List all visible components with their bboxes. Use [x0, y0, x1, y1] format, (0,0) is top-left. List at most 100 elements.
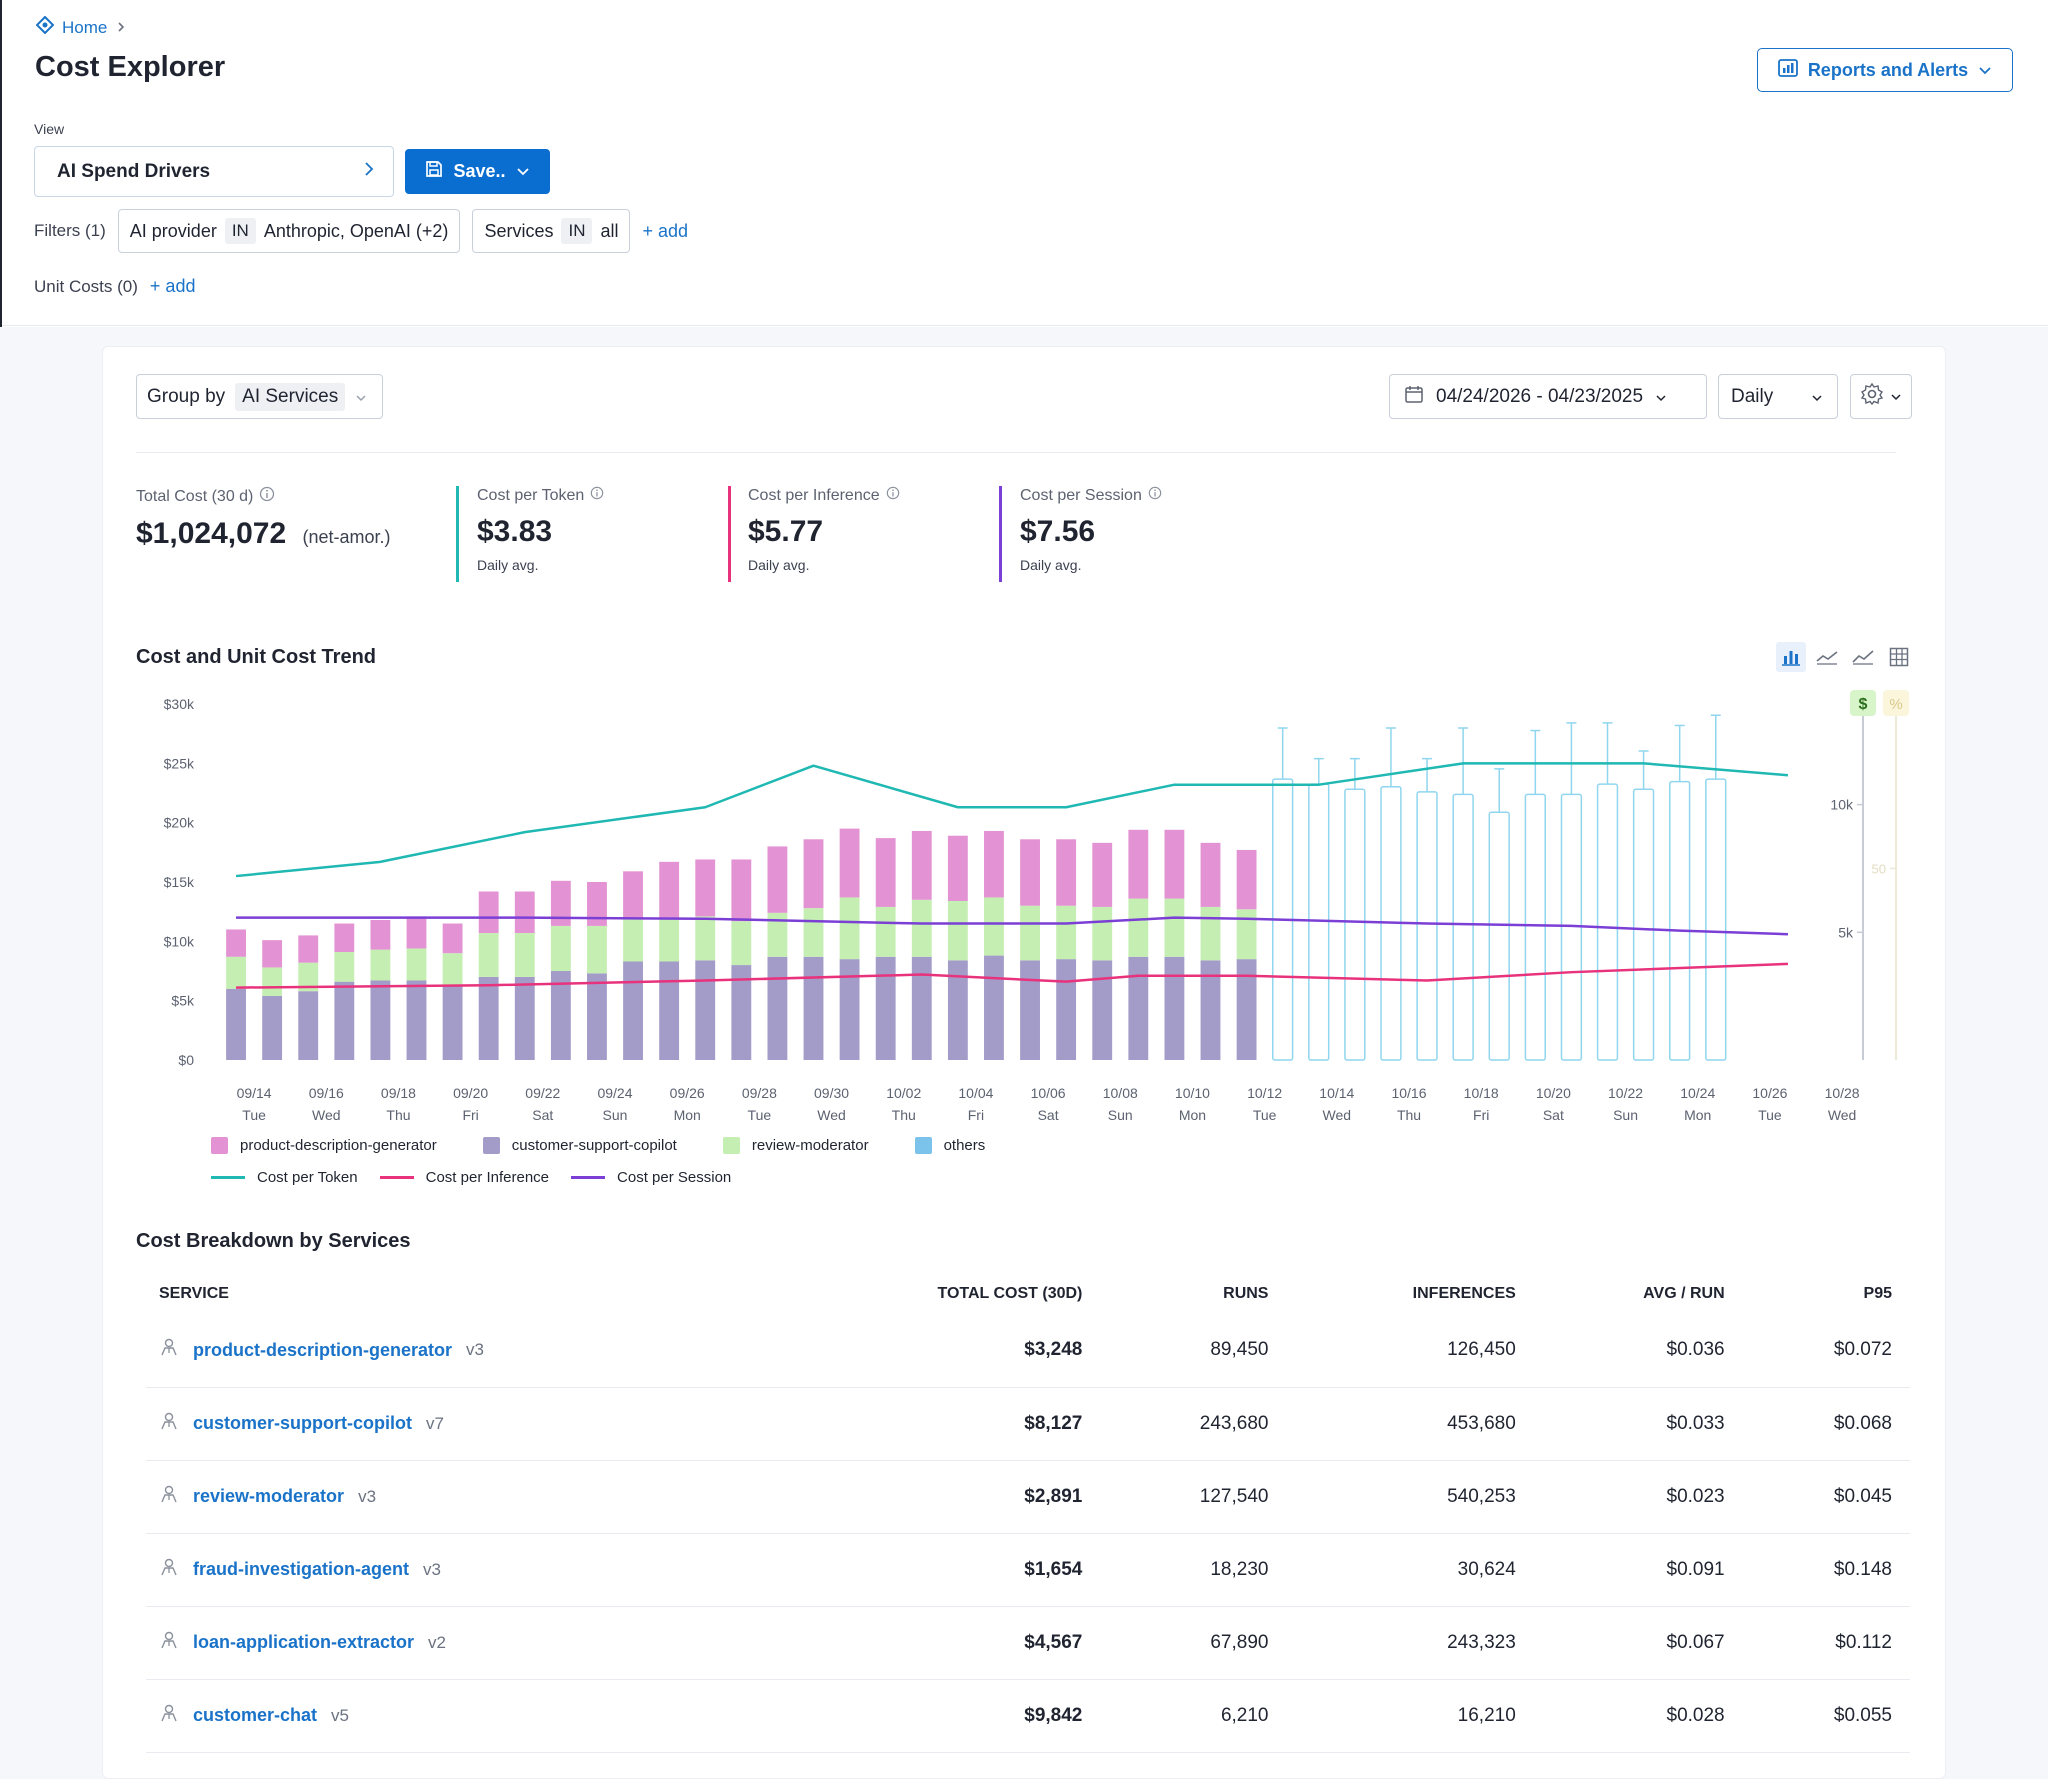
bar-segment[interactable] — [875, 838, 896, 907]
bar-segment[interactable] — [442, 923, 463, 954]
forecast-bar[interactable] — [1416, 791, 1438, 1061]
bar-segment[interactable] — [659, 961, 680, 1060]
bar-segment[interactable] — [623, 918, 643, 962]
column-header[interactable]: INFERENCES — [1286, 1274, 1533, 1314]
bar-segment[interactable] — [1236, 909, 1257, 960]
bar-segment[interactable] — [659, 861, 680, 919]
bar-segment[interactable] — [442, 985, 463, 1060]
bar-segment[interactable] — [550, 925, 571, 971]
bar-segment[interactable] — [1056, 959, 1077, 1060]
legend-item[interactable]: others — [914, 1137, 985, 1154]
bar-segment[interactable] — [984, 830, 1004, 898]
service-link[interactable]: review-moderator — [193, 1486, 344, 1507]
bar-segment[interactable] — [514, 976, 535, 1060]
bar-segment[interactable] — [1020, 960, 1040, 1060]
bar-segment[interactable] — [875, 906, 896, 957]
bar-segment[interactable] — [226, 988, 246, 1060]
bar-segment[interactable] — [1128, 829, 1149, 899]
bar-segment[interactable] — [370, 949, 391, 981]
filter-chip-services[interactable]: Services IN all — [472, 209, 631, 253]
bar-segment[interactable] — [1200, 842, 1221, 907]
bar-segment[interactable] — [298, 991, 319, 1060]
forecast-bar[interactable] — [1488, 811, 1510, 1061]
service-link[interactable]: customer-support-copilot — [193, 1413, 412, 1434]
info-icon[interactable] — [886, 486, 900, 505]
table-row[interactable]: customer-chat v5 $9,842 6,210 16,210 $0.028 $0… — [146, 1679, 1910, 1753]
reports-and-alerts-button[interactable]: Reports and Alerts — [1757, 48, 2013, 92]
bar-segment[interactable] — [767, 956, 788, 1060]
bar-segment[interactable] — [514, 891, 535, 934]
column-header[interactable]: P95 — [1743, 1274, 1910, 1314]
bar-segment[interactable] — [695, 916, 716, 961]
bar-segment[interactable] — [803, 839, 824, 909]
filter-chip-ai-provider[interactable]: AI provider IN Anthropic, OpenAI (+2) — [117, 209, 461, 253]
forecast-bar[interactable] — [1452, 793, 1474, 1061]
bar-segment[interactable] — [1128, 898, 1149, 957]
forecast-bar[interactable] — [1632, 788, 1655, 1061]
bar-segment[interactable] — [1020, 905, 1040, 961]
bar-segment[interactable] — [1164, 956, 1185, 1060]
bar-segment[interactable] — [226, 929, 246, 957]
bar-segment[interactable] — [911, 899, 932, 957]
table-row[interactable]: loan-application-extractor v2 $4,567 67,890… — [146, 1606, 1910, 1680]
bar-segment[interactable] — [1236, 959, 1257, 1060]
bar-segment[interactable] — [406, 948, 427, 981]
info-icon[interactable] — [1148, 486, 1162, 505]
bar-segment[interactable] — [1164, 829, 1185, 899]
forecast-bar[interactable] — [1669, 780, 1691, 1061]
bar-segment[interactable] — [1092, 960, 1113, 1060]
bar-segment[interactable] — [478, 891, 499, 934]
bar-segment[interactable] — [1236, 849, 1257, 910]
forecast-bar[interactable] — [1524, 793, 1546, 1061]
bar-chart-icon[interactable] — [1776, 642, 1806, 672]
add-unit-cost-link[interactable]: + add — [150, 276, 196, 297]
bar-segment[interactable] — [262, 940, 283, 968]
service-link[interactable]: product-description-generator — [193, 1340, 452, 1361]
bar-segment[interactable] — [911, 956, 932, 1060]
bar-segment[interactable] — [1092, 906, 1113, 961]
column-header[interactable]: AVG / RUN — [1534, 1274, 1743, 1314]
view-selector[interactable]: AI Spend Drivers — [34, 146, 394, 197]
bar-segment[interactable] — [334, 952, 355, 982]
bar-segment[interactable] — [442, 953, 463, 986]
series-line[interactable] — [236, 916, 1788, 936]
bar-segment[interactable] — [226, 956, 246, 989]
series-line[interactable] — [235, 762, 1789, 878]
forecast-bar[interactable] — [1344, 788, 1366, 1061]
table-row[interactable]: fraud-investigation-agent v3 $1,654 18,230 3… — [146, 1533, 1910, 1607]
bar-segment[interactable] — [875, 956, 896, 1060]
bar-segment[interactable] — [262, 967, 283, 996]
forecast-bar[interactable] — [1596, 783, 1619, 1061]
add-filter-link[interactable]: + add — [642, 221, 688, 242]
bar-segment[interactable] — [370, 980, 391, 1060]
bar-segment[interactable] — [1164, 898, 1185, 957]
line-chart-icon[interactable] — [1812, 642, 1842, 672]
table-row[interactable]: product-description-generator v3 $3,248 89,… — [146, 1314, 1910, 1388]
bar-segment[interactable] — [478, 976, 499, 1060]
bar-segment[interactable] — [1056, 839, 1077, 906]
legend-item[interactable]: product-description-generator — [211, 1137, 437, 1154]
area-chart-icon[interactable] — [1848, 642, 1878, 672]
column-header[interactable]: SERVICE — [146, 1274, 779, 1314]
breadcrumb-home-link[interactable]: Home — [62, 18, 107, 38]
bar-segment[interactable] — [587, 973, 607, 1060]
bar-segment[interactable] — [731, 921, 752, 966]
legend-item[interactable]: Cost per Session — [571, 1169, 731, 1186]
bar-segment[interactable] — [406, 980, 427, 1060]
bar-segment[interactable] — [334, 923, 355, 953]
service-link[interactable]: loan-application-extractor — [193, 1632, 414, 1653]
bar-segment[interactable] — [1092, 842, 1113, 907]
bar-segment[interactable] — [839, 897, 860, 960]
bar-segment[interactable] — [623, 961, 643, 1060]
service-link[interactable]: customer-chat — [193, 1705, 317, 1726]
bar-segment[interactable] — [406, 916, 427, 949]
bar-segment[interactable] — [947, 900, 968, 961]
table-view-icon[interactable] — [1884, 642, 1914, 672]
bar-segment[interactable] — [984, 955, 1004, 1060]
bar-segment[interactable] — [947, 835, 968, 901]
legend-item[interactable]: customer-support-copilot — [482, 1137, 677, 1154]
service-link[interactable]: fraud-investigation-agent — [193, 1559, 409, 1580]
bar-segment[interactable] — [767, 846, 788, 913]
bar-segment[interactable] — [1020, 839, 1040, 906]
bar-segment[interactable] — [623, 871, 643, 919]
